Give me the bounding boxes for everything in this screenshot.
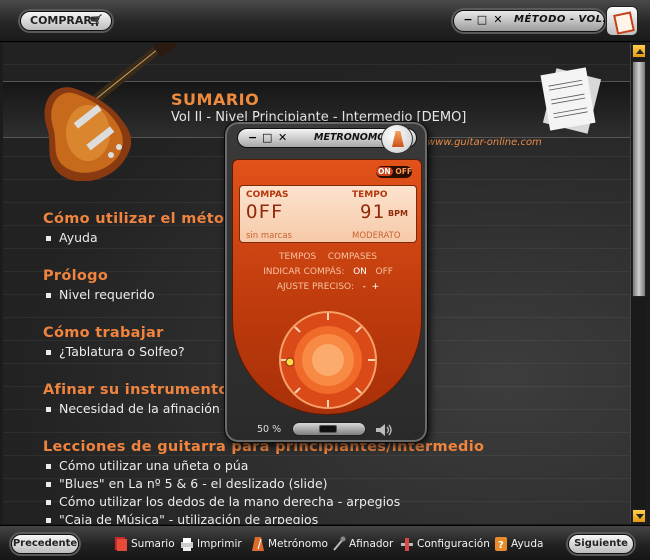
buy-button[interactable]: COMPRAR 🛒︎ <box>20 11 112 31</box>
scroll-thumb[interactable] <box>632 61 646 297</box>
tempo-name: MODERATO <box>352 231 401 241</box>
tempo-value: 91 <box>360 201 385 223</box>
list-item[interactable]: Cómo utilizar los dedos de la mano derec… <box>43 494 484 509</box>
tab-compases[interactable]: COMPASES <box>328 252 377 262</box>
close-icon[interactable]: ✕ <box>278 131 287 144</box>
list-item[interactable]: Necesidad de la afinación <box>43 401 229 416</box>
compas-label: COMPAS <box>246 190 289 200</box>
section-afinar: Afinar su instrumento Necesidad de la af… <box>43 382 229 416</box>
maximize-icon[interactable]: □ <box>476 14 488 26</box>
nav-ayuda-label: Ayuda <box>511 538 544 550</box>
nav-metronomo[interactable]: Metrónomo <box>251 534 328 554</box>
metronome-logo-icon <box>381 124 413 154</box>
book-logo-icon <box>606 6 638 36</box>
section-lecciones: Lecciones de guitarra para principiantes… <box>43 439 484 524</box>
guitar-icon <box>44 43 176 181</box>
section-title[interactable]: Cómo utilizar el método <box>43 211 245 227</box>
tab-tempos[interactable]: TEMPOS <box>279 252 316 262</box>
power-on-label: ON <box>376 167 393 176</box>
tempo-dial[interactable] <box>278 310 378 410</box>
scroll-up-button[interactable] <box>632 44 646 58</box>
scroll-down-button[interactable] <box>632 509 646 523</box>
speaker-icon[interactable] <box>375 423 393 437</box>
buy-button-label: COMPRAR <box>30 14 92 27</box>
indicar-on-button[interactable]: ON <box>353 267 367 277</box>
ajuste-preciso-row: AJUSTE PRECISO: - + <box>233 282 423 292</box>
nav-imprimir-label: Imprimir <box>197 538 242 550</box>
bpm-label: BPM <box>388 209 408 218</box>
marks-label: sin marcas <box>246 231 292 241</box>
section-title[interactable]: Afinar su instrumento <box>43 382 229 398</box>
nav-configuracion-label: Configuración <box>417 538 490 550</box>
mode-tabs: TEMPOS COMPASES <box>233 252 423 262</box>
section-title[interactable]: Cómo trabajar <box>43 325 185 341</box>
nav-afinador-label: Afinador <box>349 538 394 550</box>
maximize-icon[interactable]: □ <box>262 131 272 144</box>
volume-slider[interactable] <box>292 422 366 436</box>
arrow-down-icon <box>636 514 644 519</box>
nav-ayuda[interactable]: ? Ayuda <box>494 534 543 554</box>
arrow-up-icon <box>636 49 644 54</box>
page-title: SUMARIO <box>171 90 260 109</box>
increase-button[interactable]: + <box>372 282 380 292</box>
help-icon: ? <box>495 537 507 551</box>
cart-icon: 🛒︎ <box>89 14 103 27</box>
nav-configuracion[interactable]: Configuración <box>400 534 490 554</box>
volume-value: 50 % <box>257 424 282 435</box>
metronome-body: ON OFF COMPAS TEMPO OFF 91 BPM sin marca… <box>232 159 422 415</box>
power-toggle[interactable]: ON OFF <box>376 166 412 178</box>
next-button[interactable]: Siguiente <box>568 534 634 554</box>
section-prologo: Prólogo Nivel requerido <box>43 268 155 302</box>
indicar-off-button[interactable]: OFF <box>376 267 393 277</box>
previous-button[interactable]: Precedente <box>11 534 79 554</box>
minimize-icon[interactable]: − <box>462 14 474 26</box>
decrease-button[interactable]: - <box>363 282 366 292</box>
printer-icon <box>181 538 193 551</box>
minimize-icon[interactable]: − <box>248 131 257 144</box>
indicar-compas-row: INDICAR COMPÁS: ON OFF <box>233 267 423 277</box>
list-item[interactable]: "Blues" en La nº 5 & 6 - el deslizado (s… <box>43 476 484 491</box>
tempo-label: TEMPO <box>352 190 388 200</box>
section-metodo: Cómo utilizar el método Ayuda <box>43 211 245 245</box>
list-item[interactable]: ¿Tablatura o Solfeo? <box>43 344 185 359</box>
list-item[interactable]: Nivel requerido <box>43 287 155 302</box>
settings-icon <box>401 538 413 551</box>
section-como-trabajar: Cómo trabajar ¿Tablatura o Solfeo? <box>43 325 185 359</box>
nav-metronomo-label: Metrónomo <box>268 538 328 550</box>
section-title[interactable]: Prólogo <box>43 268 155 284</box>
metronome-title: METRONOMO <box>314 132 386 143</box>
vertical-scrollbar[interactable] <box>630 43 646 524</box>
indicar-compas-label: INDICAR COMPÁS: <box>263 267 345 277</box>
sumario-icon <box>115 537 127 551</box>
tuner-icon <box>333 536 346 551</box>
ajuste-preciso-label: AJUSTE PRECISO: <box>276 282 354 292</box>
close-icon[interactable]: ✕ <box>492 14 504 26</box>
volume-knob[interactable] <box>319 425 337 433</box>
metronome-display: COMPAS TEMPO OFF 91 BPM sin marcas MODER… <box>239 185 417 243</box>
window-controls: − □ ✕ MÉTODO - VOL. II <box>453 10 619 32</box>
nav-sumario[interactable]: Sumario <box>114 534 175 554</box>
compas-value: OFF <box>246 201 284 223</box>
metronome-window: − □ ✕ METRONOMO ON OFF COMPAS TEMPO OFF … <box>224 121 428 443</box>
metronome-icon <box>252 537 264 551</box>
nav-afinador[interactable]: Afinador <box>332 534 393 554</box>
nav-sumario-label: Sumario <box>131 538 175 550</box>
top-bar: COMPRAR 🛒︎ − □ ✕ MÉTODO - VOL. II <box>0 0 650 42</box>
list-item[interactable]: Cómo utilizar una uñeta o púa <box>43 458 484 473</box>
sheet-music-icon <box>540 67 602 134</box>
site-link[interactable]: www.guitar-online.com <box>427 137 542 148</box>
bottom-bar: Precedente Sumario Imprimir Metrónomo Af… <box>0 525 650 560</box>
list-item[interactable]: Ayuda <box>43 230 245 245</box>
window-title: MÉTODO - VOL. II <box>514 14 620 25</box>
list-item[interactable]: "Caja de Música" - utilización de arpegi… <box>43 512 484 524</box>
nav-imprimir[interactable]: Imprimir <box>180 534 242 554</box>
svg-text:?: ? <box>498 540 504 551</box>
power-off-label: OFF <box>395 167 412 176</box>
